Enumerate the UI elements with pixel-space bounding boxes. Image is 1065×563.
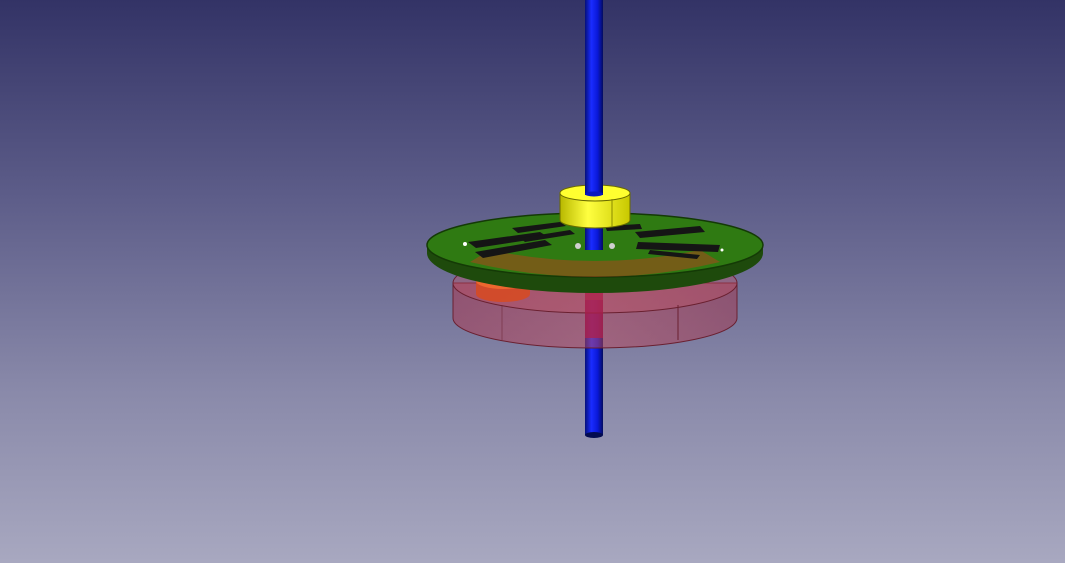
shaft-upper[interactable] xyxy=(585,0,603,195)
shaft-middle xyxy=(585,225,603,250)
model-scene[interactable] xyxy=(0,0,1065,563)
shaft-tip xyxy=(585,432,603,438)
3d-viewport[interactable] xyxy=(0,0,1065,563)
shaft-collar-junction xyxy=(585,191,603,197)
